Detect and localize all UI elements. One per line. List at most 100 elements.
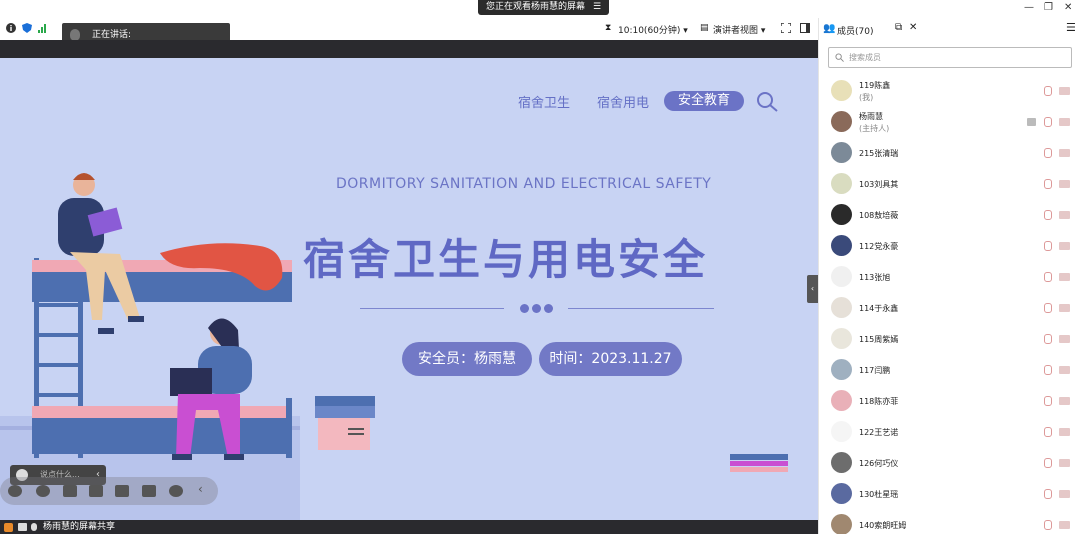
members-title: 成员(70) — [837, 27, 874, 37]
chevron-left-icon[interactable]: ‹ — [807, 275, 818, 303]
menu-icon[interactable]: ☰ — [1066, 21, 1076, 34]
maximize-button[interactable]: ❐ — [1044, 2, 1053, 13]
camera-off-icon[interactable] — [1059, 118, 1070, 126]
screen-icon — [18, 523, 27, 531]
search-icon — [835, 53, 844, 62]
camera-off-icon[interactable] — [1059, 149, 1070, 157]
member-name: 115周紫嫣 — [859, 335, 899, 344]
books-stack-illustration — [730, 454, 788, 472]
screenshot-icon[interactable] — [89, 485, 103, 497]
mic-muted-icon[interactable] — [1044, 117, 1052, 127]
member-row[interactable]: 126何巧仪 — [819, 448, 1080, 479]
info-icon[interactable] — [6, 23, 16, 33]
member-row[interactable]: 140索朗旺姆 — [819, 510, 1080, 534]
sidebar-toggle-icon[interactable] — [800, 23, 810, 33]
mic-muted-icon[interactable] — [1044, 210, 1052, 220]
member-role: (主持人) — [859, 124, 890, 133]
member-name: 215张清瑞 — [859, 149, 899, 158]
meeting-window: 您正在观看杨雨慧的屏幕 ☰ — ❐ ✕ ⧗ 10:10(60分钟) ▾ ▤ 演讲者… — [0, 0, 1080, 534]
signal-icon[interactable] — [38, 23, 48, 33]
mic-muted-icon[interactable] — [1044, 489, 1052, 499]
member-row[interactable]: 117闫鹏 — [819, 355, 1080, 386]
pen-icon[interactable] — [63, 485, 77, 497]
camera-off-icon[interactable] — [1059, 304, 1070, 312]
camera-off-icon[interactable] — [1059, 273, 1070, 281]
mic-muted-icon[interactable] — [1044, 334, 1052, 344]
camera-off-icon[interactable] — [1059, 459, 1070, 467]
member-row[interactable]: 114于永鑫 — [819, 293, 1080, 324]
view-mode-dropdown[interactable]: 演讲者视图 ▾ — [713, 23, 765, 36]
camera-off-icon[interactable] — [1059, 180, 1070, 188]
camera-off-icon[interactable] — [1059, 366, 1070, 374]
mic-muted-icon[interactable] — [1044, 303, 1052, 313]
chevron-down-icon: ▾ — [683, 26, 688, 36]
avatar — [831, 266, 852, 287]
camera-off-icon[interactable] — [1059, 521, 1070, 529]
next-page-icon[interactable] — [36, 485, 50, 497]
meeting-timer[interactable]: 10:10(60分钟) ▾ — [618, 23, 688, 36]
member-row[interactable]: 130杜星瑶 — [819, 479, 1080, 510]
viewing-screen-banner[interactable]: 您正在观看杨雨慧的屏幕 ☰ — [478, 0, 610, 15]
mic-muted-icon[interactable] — [1044, 179, 1052, 189]
member-row[interactable]: 112党永豪 — [819, 231, 1080, 262]
member-row[interactable]: 215张清瑞 — [819, 138, 1080, 169]
fullscreen-icon[interactable] — [781, 23, 791, 33]
avatar — [831, 359, 852, 380]
camera-off-icon[interactable] — [1059, 242, 1070, 250]
video-icon[interactable] — [115, 485, 129, 497]
camera-off-icon[interactable] — [1059, 211, 1070, 219]
boxes-illustration — [315, 396, 375, 450]
dot-decoration — [532, 304, 541, 313]
speaking-label: 正在讲话: — [92, 30, 132, 40]
search-icon — [757, 92, 778, 112]
mic-muted-icon[interactable] — [1044, 272, 1052, 282]
officer-pill: 安全员：杨雨慧 — [402, 342, 532, 376]
shared-screen-slide: 宿舍卫生 宿舍用电 安全教育 DORMITORY SANITATION AND … — [0, 58, 818, 520]
mic-muted-icon[interactable] — [1044, 148, 1052, 158]
avatar — [831, 80, 852, 101]
mic-muted-icon[interactable] — [1044, 86, 1052, 96]
chat-bubble-icon[interactable] — [142, 485, 156, 497]
mic-muted-icon[interactable] — [1044, 458, 1052, 468]
date-pill: 时间：2023.11.27 — [539, 342, 682, 376]
close-button[interactable]: ✕ — [1064, 2, 1072, 13]
member-row[interactable]: 119陈鑫 (我) — [819, 76, 1080, 107]
prev-page-icon[interactable] — [8, 485, 22, 497]
chevron-left-icon[interactable]: ‹ — [198, 482, 203, 496]
more-icon[interactable] — [169, 485, 183, 497]
member-row[interactable]: 118陈亦菲 — [819, 386, 1080, 417]
shield-icon[interactable] — [22, 23, 32, 33]
member-row[interactable]: 113张旭 — [819, 262, 1080, 293]
popout-icon[interactable]: ⧉ — [895, 22, 902, 33]
member-name: 113张旭 — [859, 273, 891, 282]
member-name: 118陈亦菲 — [859, 397, 899, 406]
mic-muted-icon[interactable] — [1044, 520, 1052, 530]
member-name: 130杜星瑶 — [859, 490, 899, 499]
member-row[interactable]: 122王艺诺 — [819, 417, 1080, 448]
mic-muted-icon[interactable] — [1044, 365, 1052, 375]
camera-off-icon[interactable] — [1059, 397, 1070, 405]
member-row[interactable]: 103刘具其 — [819, 169, 1080, 200]
member-row[interactable]: 115周紫嫣 — [819, 324, 1080, 355]
camera-off-icon[interactable] — [1059, 490, 1070, 498]
minimize-button[interactable]: — — [1024, 2, 1034, 13]
member-row[interactable]: 杨雨慧 (主持人) — [819, 107, 1080, 138]
mic-muted-icon[interactable] — [1044, 241, 1052, 251]
camera-off-icon[interactable] — [1059, 335, 1070, 343]
avatar — [831, 142, 852, 163]
camera-off-icon[interactable] — [1059, 428, 1070, 436]
member-search-input[interactable]: 搜索成员 — [828, 47, 1072, 68]
slide-top-band — [0, 40, 818, 58]
nav-safety-education: 安全教育 — [664, 91, 744, 111]
camera-off-icon[interactable] — [1059, 87, 1070, 95]
mic-muted-icon[interactable] — [1044, 396, 1052, 406]
member-row[interactable]: 108敖培薇 — [819, 200, 1080, 231]
search-placeholder: 搜索成员 — [849, 53, 881, 62]
mic-muted-icon[interactable] — [1044, 427, 1052, 437]
avatar — [831, 483, 852, 504]
member-name: 126何巧仪 — [859, 459, 899, 468]
menu-icon[interactable]: ☰ — [593, 2, 601, 12]
close-panel-icon[interactable]: ✕ — [909, 22, 917, 33]
member-name: 103刘具其 — [859, 180, 899, 189]
member-name: 122王艺诺 — [859, 428, 899, 437]
